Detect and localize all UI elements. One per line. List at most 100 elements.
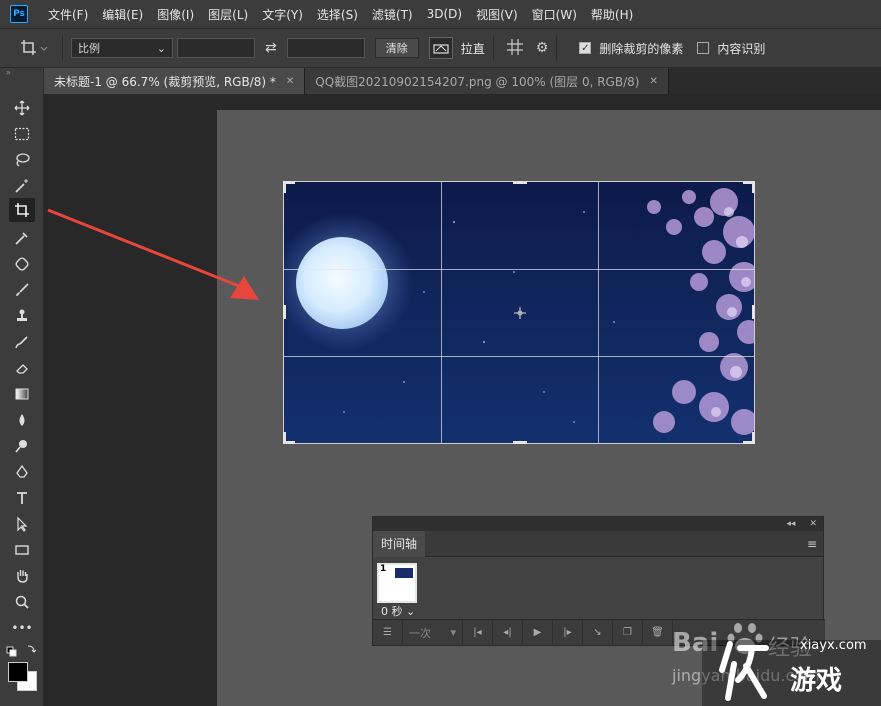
moon [296, 237, 388, 329]
chevron-down-icon: ⌄ [156, 41, 166, 55]
delete-cropped-checkbox[interactable]: ✓ [579, 42, 592, 54]
pen-icon[interactable] [9, 460, 35, 484]
menu-select[interactable]: 选择(S) [317, 6, 358, 23]
play-icon[interactable]: ▶ [523, 619, 553, 646]
crop-grid-line [284, 356, 754, 357]
eraser-icon[interactable] [9, 356, 35, 380]
divider [492, 36, 494, 60]
width-field[interactable] [177, 38, 255, 58]
move-icon[interactable] [9, 96, 35, 120]
menu-bar: Ps 文件(F) 编辑(E) 图像(I) 图层(L) 文字(Y) 选择(S) 滤… [0, 0, 881, 28]
crop-handle-bottom-right[interactable] [752, 432, 755, 444]
close-icon[interactable]: ✕ [809, 519, 817, 529]
previous-frame-icon[interactable]: ◂| [493, 619, 523, 646]
menu-file[interactable]: 文件(F) [48, 6, 88, 23]
more-icon[interactable]: ••• [9, 616, 35, 640]
hand-icon[interactable] [9, 564, 35, 588]
panel-title-bar: ◂◂ ✕ [373, 517, 823, 531]
menu-view[interactable]: 视图(V) [476, 6, 518, 23]
dodge-icon[interactable] [9, 434, 35, 458]
menu-filter[interactable]: 滤镜(T) [372, 6, 413, 23]
tab-timeline[interactable]: 时间轴 [373, 530, 426, 557]
next-frame-icon[interactable]: |▸ [553, 619, 583, 646]
app-logo: Ps [10, 5, 28, 23]
straighten-icon[interactable] [428, 37, 453, 59]
frame-thumbnail [395, 568, 413, 578]
document-tabs: 未标题-1 @ 66.7% (裁剪预览, RGB/8) * ✕ QQ截图2021… [44, 68, 881, 94]
type-icon[interactable] [9, 486, 35, 510]
first-frame-icon[interactable]: |◂ [463, 619, 493, 646]
tool-preset-crop-icon[interactable] [20, 39, 54, 57]
ratio-select-value: 比例 [78, 42, 100, 55]
crop-handle-top-left[interactable] [283, 181, 286, 193]
options-bar: 比例 ⌄ ⇄ 清除 拉直 ⚙ ✓ 删除裁剪的像素 内容识别 [0, 28, 881, 68]
tab-label: 未标题-1 @ 66.7% (裁剪预览, RGB/8) * [54, 74, 276, 89]
menu-3d[interactable]: 3D(D) [427, 7, 462, 21]
watermark: Bai 经验 jingyan.baidu.com xiayx.com 游戏 [668, 610, 881, 706]
crop-handle-bottom[interactable] [513, 441, 527, 444]
tween-icon[interactable]: ↘ [583, 619, 613, 646]
tab-document-1[interactable]: 未标题-1 @ 66.7% (裁剪预览, RGB/8) * ✕ [44, 68, 306, 94]
crop-handle-top[interactable] [513, 181, 527, 184]
zoom-icon[interactable] [9, 590, 35, 614]
straighten-label: 拉直 [460, 41, 485, 56]
lasso-icon[interactable] [9, 148, 35, 172]
menu-edit[interactable]: 编辑(E) [102, 6, 143, 23]
collapse-icon[interactable]: ◂◂ [786, 519, 795, 529]
crop-handle-bottom-left[interactable] [283, 432, 286, 444]
collapse-panel-icon[interactable]: » [0, 68, 43, 86]
height-field[interactable] [286, 38, 365, 58]
brush-icon[interactable] [9, 278, 35, 302]
marquee-icon[interactable] [9, 122, 35, 146]
content-aware-checkbox[interactable] [697, 42, 710, 54]
divider [556, 36, 558, 60]
swap-colors-icon[interactable] [6, 644, 38, 658]
menu-window[interactable]: 窗口(W) [532, 6, 577, 23]
annotation-arrow-icon [47, 208, 259, 300]
path-select-icon[interactable] [9, 512, 35, 536]
tab-document-2[interactable]: QQ截图20210902154207.png @ 100% (图层 0, RGB… [305, 68, 669, 94]
menu-type[interactable]: 文字(Y) [262, 6, 303, 23]
watermark-site: xiayx.com [800, 638, 867, 653]
healing-brush-icon[interactable] [9, 252, 35, 276]
magic-wand-icon[interactable] [9, 174, 35, 198]
clone-stamp-icon[interactable] [9, 304, 35, 328]
panel-menu-icon[interactable]: ≡ [807, 537, 817, 551]
foreground-color-swatch[interactable] [8, 662, 28, 682]
close-icon[interactable]: ✕ [649, 76, 657, 87]
frame-delay-value: 0 秒 [381, 605, 403, 618]
crop-handle-left[interactable] [283, 305, 286, 319]
loop-select[interactable]: 一次 ▾ [403, 619, 463, 646]
crop-center-icon [514, 307, 526, 319]
divider [62, 36, 63, 60]
overlay-grid-icon[interactable] [506, 38, 524, 59]
gear-icon[interactable]: ⚙ [536, 40, 549, 56]
convert-timeline-icon[interactable]: ☰ [373, 619, 403, 646]
watermark-site-name: 游戏 [790, 666, 843, 696]
history-brush-icon[interactable] [9, 330, 35, 354]
animation-frame[interactable]: 1 [377, 563, 417, 603]
eyedropper-icon[interactable] [9, 226, 35, 250]
photoshop-window: Ps 文件(F) 编辑(E) 图像(I) 图层(L) 文字(Y) 选择(S) 滤… [0, 0, 881, 706]
frame-delay-select[interactable]: 0 秒 ⌄ [381, 603, 415, 619]
rectangle-icon[interactable] [9, 538, 35, 562]
crop-handle-top-right[interactable] [752, 181, 755, 193]
blur-icon[interactable] [9, 408, 35, 432]
close-icon[interactable]: ✕ [286, 76, 294, 87]
menu-help[interactable]: 帮助(H) [591, 6, 633, 23]
gradient-icon[interactable] [9, 382, 35, 406]
menu-image[interactable]: 图像(I) [157, 6, 194, 23]
duplicate-frame-icon[interactable]: ❐ [613, 619, 643, 646]
chevron-down-icon: ⌄ [406, 605, 416, 618]
tab-label: QQ截图20210902154207.png @ 100% (图层 0, RGB… [315, 74, 640, 89]
cherry-blossoms [647, 188, 754, 435]
menu-layer[interactable]: 图层(L) [208, 6, 248, 23]
clear-button[interactable]: 清除 [374, 38, 419, 58]
loop-value: 一次 [409, 626, 431, 640]
timeline-header: 时间轴 ≡ [373, 530, 823, 557]
delete-cropped-label: 删除裁剪的像素 [599, 41, 684, 56]
crop-icon[interactable] [9, 198, 35, 222]
crop-handle-right[interactable] [752, 305, 755, 319]
swap-icon[interactable]: ⇄ [265, 40, 277, 56]
ratio-select[interactable]: 比例 ⌄ [71, 38, 173, 58]
